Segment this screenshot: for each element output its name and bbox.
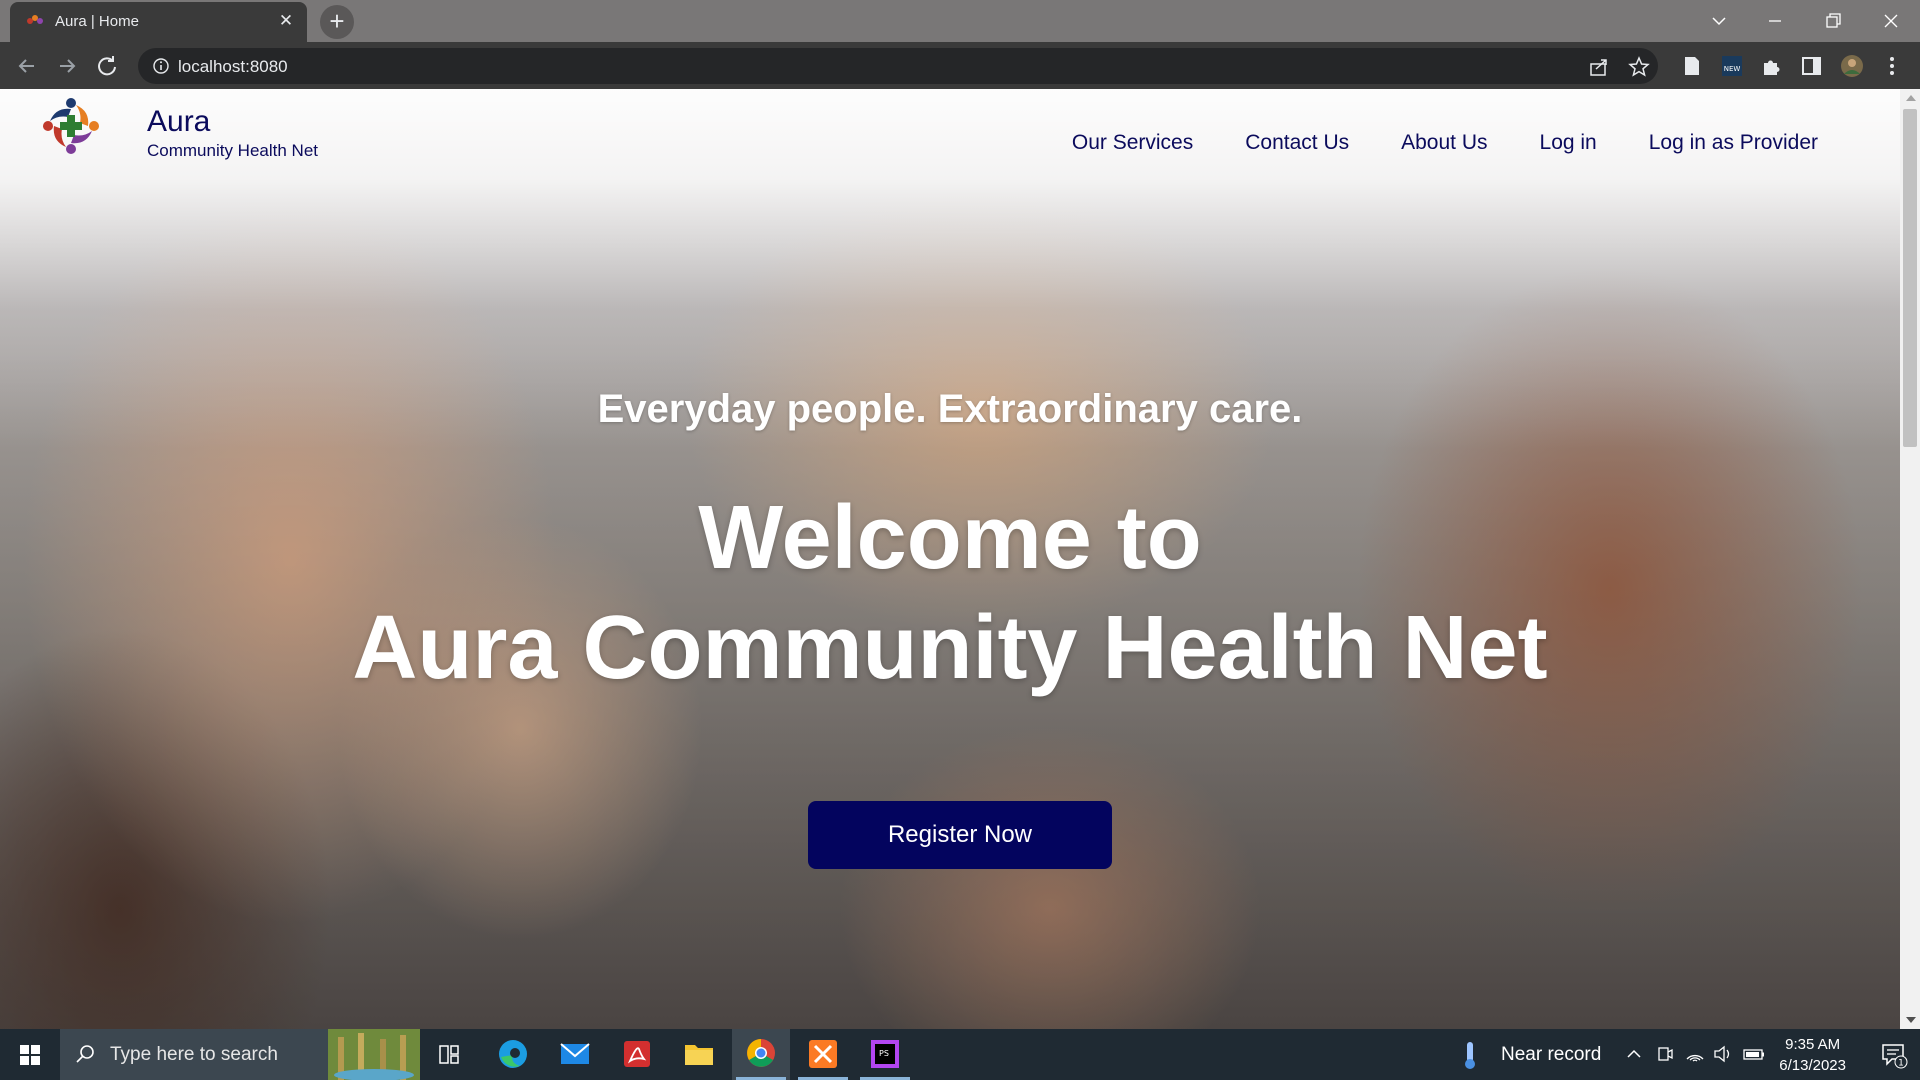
restore-icon[interactable] xyxy=(1818,6,1848,36)
weather-text[interactable]: Near record xyxy=(1501,1044,1601,1066)
hero-headline: Welcome to Aura Community Health Net xyxy=(0,483,1900,703)
svg-text:PS: PS xyxy=(879,1049,889,1058)
xampp-taskbar-button[interactable] xyxy=(794,1029,852,1080)
scroll-up-arrow-icon[interactable] xyxy=(1906,95,1916,101)
forward-icon[interactable] xyxy=(51,50,83,82)
reading-list-icon[interactable] xyxy=(1680,54,1704,78)
chrome-icon xyxy=(747,1039,775,1067)
tab-close-icon[interactable]: ✕ xyxy=(275,10,297,32)
brand-subtitle: Community Health Net xyxy=(147,141,319,160)
thermometer-icon[interactable] xyxy=(1460,1039,1480,1071)
tab-title: Aura | Home xyxy=(55,13,139,30)
headline-line-1: Welcome to xyxy=(698,488,1202,588)
menu-kebab-icon[interactable] xyxy=(1880,54,1904,78)
register-now-button[interactable]: Register Now xyxy=(808,801,1112,869)
clock-date: 6/13/2023 xyxy=(1779,1057,1846,1074)
reload-icon[interactable] xyxy=(91,50,123,82)
address-bar[interactable]: localhost:8080 xyxy=(138,48,1658,84)
search-icon xyxy=(76,1045,94,1063)
web-page: Aura Community Health Net Our Services C… xyxy=(0,89,1900,1029)
acrobat-icon[interactable] xyxy=(608,1029,666,1080)
taskbar: Type here to search PS Near record 9:35 … xyxy=(0,1029,1920,1080)
browser-tab[interactable]: Aura | Home ✕ xyxy=(10,2,307,42)
brand-name[interactable]: Aura xyxy=(147,105,210,139)
svg-text:NEW: NEW xyxy=(1724,65,1741,73)
minimize-icon[interactable] xyxy=(1760,6,1790,36)
phpstorm-icon: PS xyxy=(871,1040,899,1068)
share-icon[interactable] xyxy=(1588,56,1610,78)
scroll-down-arrow-icon[interactable] xyxy=(1906,1017,1916,1023)
nav-log-in[interactable]: Log in xyxy=(1540,131,1597,155)
nav-our-services[interactable]: Our Services xyxy=(1072,131,1193,155)
url-text: localhost:8080 xyxy=(178,57,288,76)
battery-icon[interactable] xyxy=(1742,1043,1766,1065)
main-nav: Our Services Contact Us About Us Log in … xyxy=(1072,131,1818,155)
profile-avatar[interactable] xyxy=(1840,54,1864,78)
headline-line-2: Aura Community Health Net xyxy=(352,598,1548,698)
nav-about-us[interactable]: About Us xyxy=(1401,131,1487,155)
new-extension-icon[interactable]: NEW xyxy=(1720,54,1744,78)
chrome-taskbar-button[interactable] xyxy=(732,1029,790,1080)
hero-tagline: Everyday people. Extraordinary care. xyxy=(597,387,1303,431)
mail-icon[interactable] xyxy=(546,1029,604,1080)
nav-log-in-provider[interactable]: Log in as Provider xyxy=(1649,131,1818,155)
show-hidden-icons-icon[interactable] xyxy=(1624,1043,1644,1065)
system-clock[interactable]: 9:35 AM 6/13/2023 xyxy=(1779,1034,1846,1076)
site-header: Aura Community Health Net Our Services C… xyxy=(0,89,1900,169)
info-icon[interactable] xyxy=(152,57,170,75)
task-view-icon[interactable] xyxy=(420,1029,478,1080)
close-window-icon[interactable] xyxy=(1876,6,1906,36)
nav-contact-us[interactable]: Contact Us xyxy=(1245,131,1349,155)
tab-strip: Aura | Home ✕ + xyxy=(0,0,1920,42)
windows-start-icon[interactable] xyxy=(0,1029,60,1080)
browser-toolbar: localhost:8080 NEW xyxy=(0,42,1920,89)
file-explorer-icon[interactable] xyxy=(670,1029,728,1080)
tab-search-icon[interactable] xyxy=(1704,6,1734,36)
taskbar-search[interactable]: Type here to search xyxy=(60,1029,420,1080)
edge-icon[interactable] xyxy=(484,1029,542,1080)
notifications-icon[interactable]: 1 xyxy=(1880,1041,1908,1069)
aura-favicon-icon xyxy=(27,15,43,24)
meet-now-icon[interactable] xyxy=(1655,1043,1675,1065)
back-icon[interactable] xyxy=(11,50,43,82)
clock-time: 9:35 AM xyxy=(1785,1036,1841,1053)
new-tab-button[interactable]: + xyxy=(320,5,354,39)
wifi-icon[interactable] xyxy=(1684,1043,1706,1065)
search-highlight-image xyxy=(328,1029,420,1080)
aura-logo-icon[interactable] xyxy=(38,93,104,159)
page-scrollbar[interactable] xyxy=(1900,89,1920,1029)
volume-icon[interactable] xyxy=(1712,1043,1734,1065)
bookmark-star-icon[interactable] xyxy=(1628,56,1650,78)
search-placeholder: Type here to search xyxy=(110,1044,278,1065)
notification-count: 1 xyxy=(1898,1059,1904,1069)
phpstorm-taskbar-button[interactable]: PS xyxy=(856,1029,914,1080)
extensions-puzzle-icon[interactable] xyxy=(1760,54,1784,78)
xampp-icon xyxy=(809,1040,837,1068)
side-panel-icon[interactable] xyxy=(1800,54,1824,78)
scroll-thumb[interactable] xyxy=(1903,109,1917,447)
